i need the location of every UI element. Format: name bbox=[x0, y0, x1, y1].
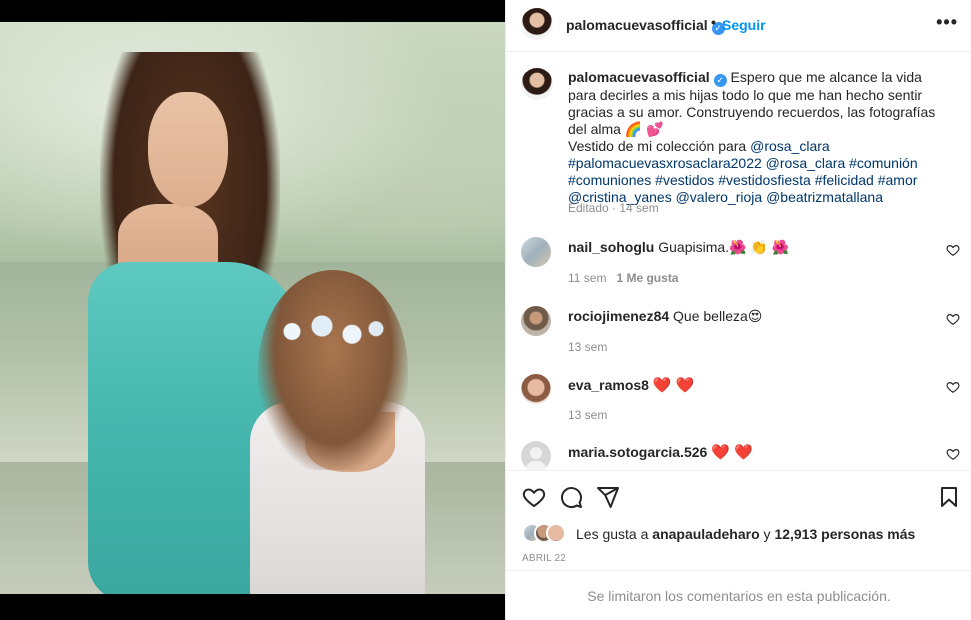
comment-text: nail_sohoglu Guapisima.🌺 👏 🌺 bbox=[568, 239, 789, 256]
caption-mention[interactable]: @rosa_clara bbox=[750, 138, 830, 154]
caption-username[interactable]: palomacuevasofficial bbox=[568, 69, 710, 85]
post-header: palomacuevasofficial ✓ • Seguir ••• bbox=[506, 0, 971, 52]
verified-icon: ✓ bbox=[713, 74, 727, 87]
heart-icon[interactable] bbox=[946, 243, 960, 257]
comment-body: ❤️ ❤️ bbox=[711, 444, 753, 461]
caption-avatar[interactable] bbox=[521, 68, 553, 100]
post-media bbox=[0, 0, 505, 620]
heart-icon[interactable] bbox=[946, 312, 960, 326]
comment-username[interactable]: maria.sotogarcia.526 bbox=[568, 444, 707, 460]
photo-girl-hair bbox=[258, 270, 408, 470]
share-icon[interactable] bbox=[596, 485, 620, 509]
liker-avatars[interactable] bbox=[522, 523, 572, 543]
comment-item: nail_sohoglu Guapisima.🌺 👏 🌺 11 sem 1 Me … bbox=[506, 237, 971, 297]
post-caption: palomacuevasofficial ✓ Espero que me alca… bbox=[568, 69, 948, 206]
liker-avatar bbox=[546, 523, 566, 543]
heart-icon[interactable] bbox=[946, 447, 960, 461]
likes-middle: y bbox=[759, 526, 775, 542]
caption-text-2: Vestido de mi colección para bbox=[568, 138, 751, 154]
comment-username[interactable]: nail_sohoglu bbox=[568, 239, 654, 255]
comment-time[interactable]: 13 sem bbox=[568, 340, 607, 354]
author-username[interactable]: palomacuevasofficial ✓ bbox=[566, 17, 725, 35]
comments-section[interactable]: palomacuevasofficial ✓ Espero que me alca… bbox=[506, 53, 971, 470]
separator-dot: • bbox=[711, 14, 716, 30]
follow-button[interactable]: Seguir bbox=[722, 17, 766, 33]
post-photo[interactable] bbox=[0, 22, 505, 594]
likes-count[interactable]: 12,913 personas más bbox=[774, 526, 915, 542]
post-date[interactable]: ABRIL 22 bbox=[522, 553, 566, 564]
action-bar bbox=[506, 470, 971, 522]
comment-username[interactable]: eva_ramos8 bbox=[568, 377, 649, 393]
comment-icon[interactable] bbox=[559, 485, 583, 509]
likes-prefix: Les gusta a bbox=[576, 526, 653, 542]
caption-meta: Editado · 14 sem bbox=[568, 201, 659, 215]
caption-hashtags[interactable]: #palomacuevasxrosaclara2022 @rosa_clara … bbox=[568, 155, 918, 205]
post-side-panel: palomacuevasofficial ✓ • Seguir ••• palom… bbox=[505, 0, 971, 620]
comment-text: maria.sotogarcia.526 ❤️ ❤️ bbox=[568, 443, 753, 461]
photo-girl-flower-crown bbox=[268, 304, 388, 359]
comment-body: ❤️ ❤️ bbox=[652, 377, 695, 394]
heart-icon[interactable] bbox=[946, 380, 960, 394]
comments-limited-notice: Se limitaron los comentarios en esta pub… bbox=[506, 570, 971, 620]
comment-likes[interactable]: 1 Me gusta bbox=[616, 271, 678, 285]
comment-body: Que belleza😍 bbox=[673, 308, 763, 324]
commenter-avatar[interactable] bbox=[521, 374, 551, 404]
more-options-icon[interactable]: ••• bbox=[936, 12, 958, 33]
comment-item: rociojimenez84 Que belleza😍 13 sem bbox=[506, 306, 971, 366]
comment-meta: 13 sem bbox=[568, 408, 607, 422]
commenter-avatar[interactable] bbox=[521, 237, 551, 267]
author-username-text[interactable]: palomacuevasofficial bbox=[566, 17, 708, 33]
comment-text: rociojimenez84 Que belleza😍 bbox=[568, 308, 762, 325]
like-icon[interactable] bbox=[522, 485, 546, 509]
comment-meta: 13 sem bbox=[568, 340, 607, 354]
bookmark-icon[interactable] bbox=[937, 485, 961, 509]
likes-user[interactable]: anapauladeharo bbox=[652, 526, 759, 542]
commenter-avatar[interactable] bbox=[521, 441, 551, 470]
comment-text: eva_ramos8 ❤️ ❤️ bbox=[568, 376, 694, 394]
photo-woman-face bbox=[148, 92, 228, 207]
comment-meta: 11 sem 1 Me gusta bbox=[568, 271, 678, 285]
comment-time[interactable]: 11 sem bbox=[568, 271, 606, 285]
comment-time[interactable]: 13 sem bbox=[568, 408, 607, 422]
comment-username[interactable]: rociojimenez84 bbox=[568, 308, 669, 324]
author-avatar[interactable] bbox=[521, 8, 553, 40]
comment-item: maria.sotogarcia.526 ❤️ ❤️ bbox=[506, 441, 971, 470]
comment-body: Guapisima.🌺 👏 🌺 bbox=[658, 239, 790, 255]
likes-summary: Les gusta a anapauladeharo y 12,913 pers… bbox=[522, 522, 962, 546]
comment-item: eva_ramos8 ❤️ ❤️ 13 sem bbox=[506, 374, 971, 434]
likes-text: Les gusta a anapauladeharo y 12,913 pers… bbox=[576, 526, 915, 542]
commenter-avatar[interactable] bbox=[521, 306, 551, 336]
